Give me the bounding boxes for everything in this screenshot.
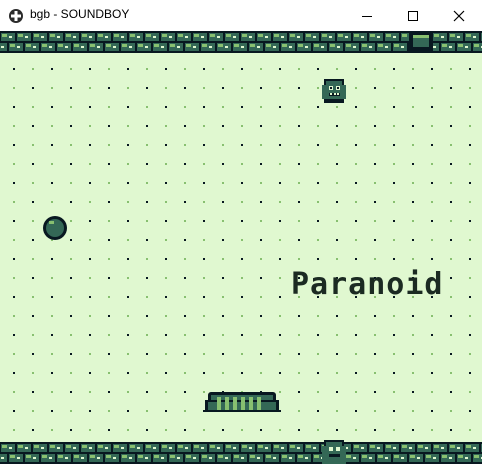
maximize-icon [408, 11, 418, 21]
minimize-icon [362, 16, 372, 17]
wall-block [409, 31, 433, 51]
close-button[interactable] [436, 0, 482, 31]
maximize-button[interactable] [390, 0, 436, 31]
window-title: bgb - SOUNDBOY [30, 7, 130, 21]
close-icon [453, 10, 465, 22]
bottom-brick-wall [0, 442, 482, 464]
cross-app-icon[interactable] [9, 8, 23, 23]
game-screen[interactable]: Paranoid [0, 31, 482, 464]
paddle[interactable] [205, 392, 279, 412]
bottom-ghost [322, 440, 346, 464]
game-title-text: Paranoid [291, 267, 444, 302]
ball [43, 216, 67, 240]
ghost-enemy [322, 79, 346, 103]
title-bar: bgb - SOUNDBOY [0, 0, 482, 31]
playfield: Paranoid [0, 31, 482, 464]
minimize-button[interactable] [344, 0, 390, 31]
